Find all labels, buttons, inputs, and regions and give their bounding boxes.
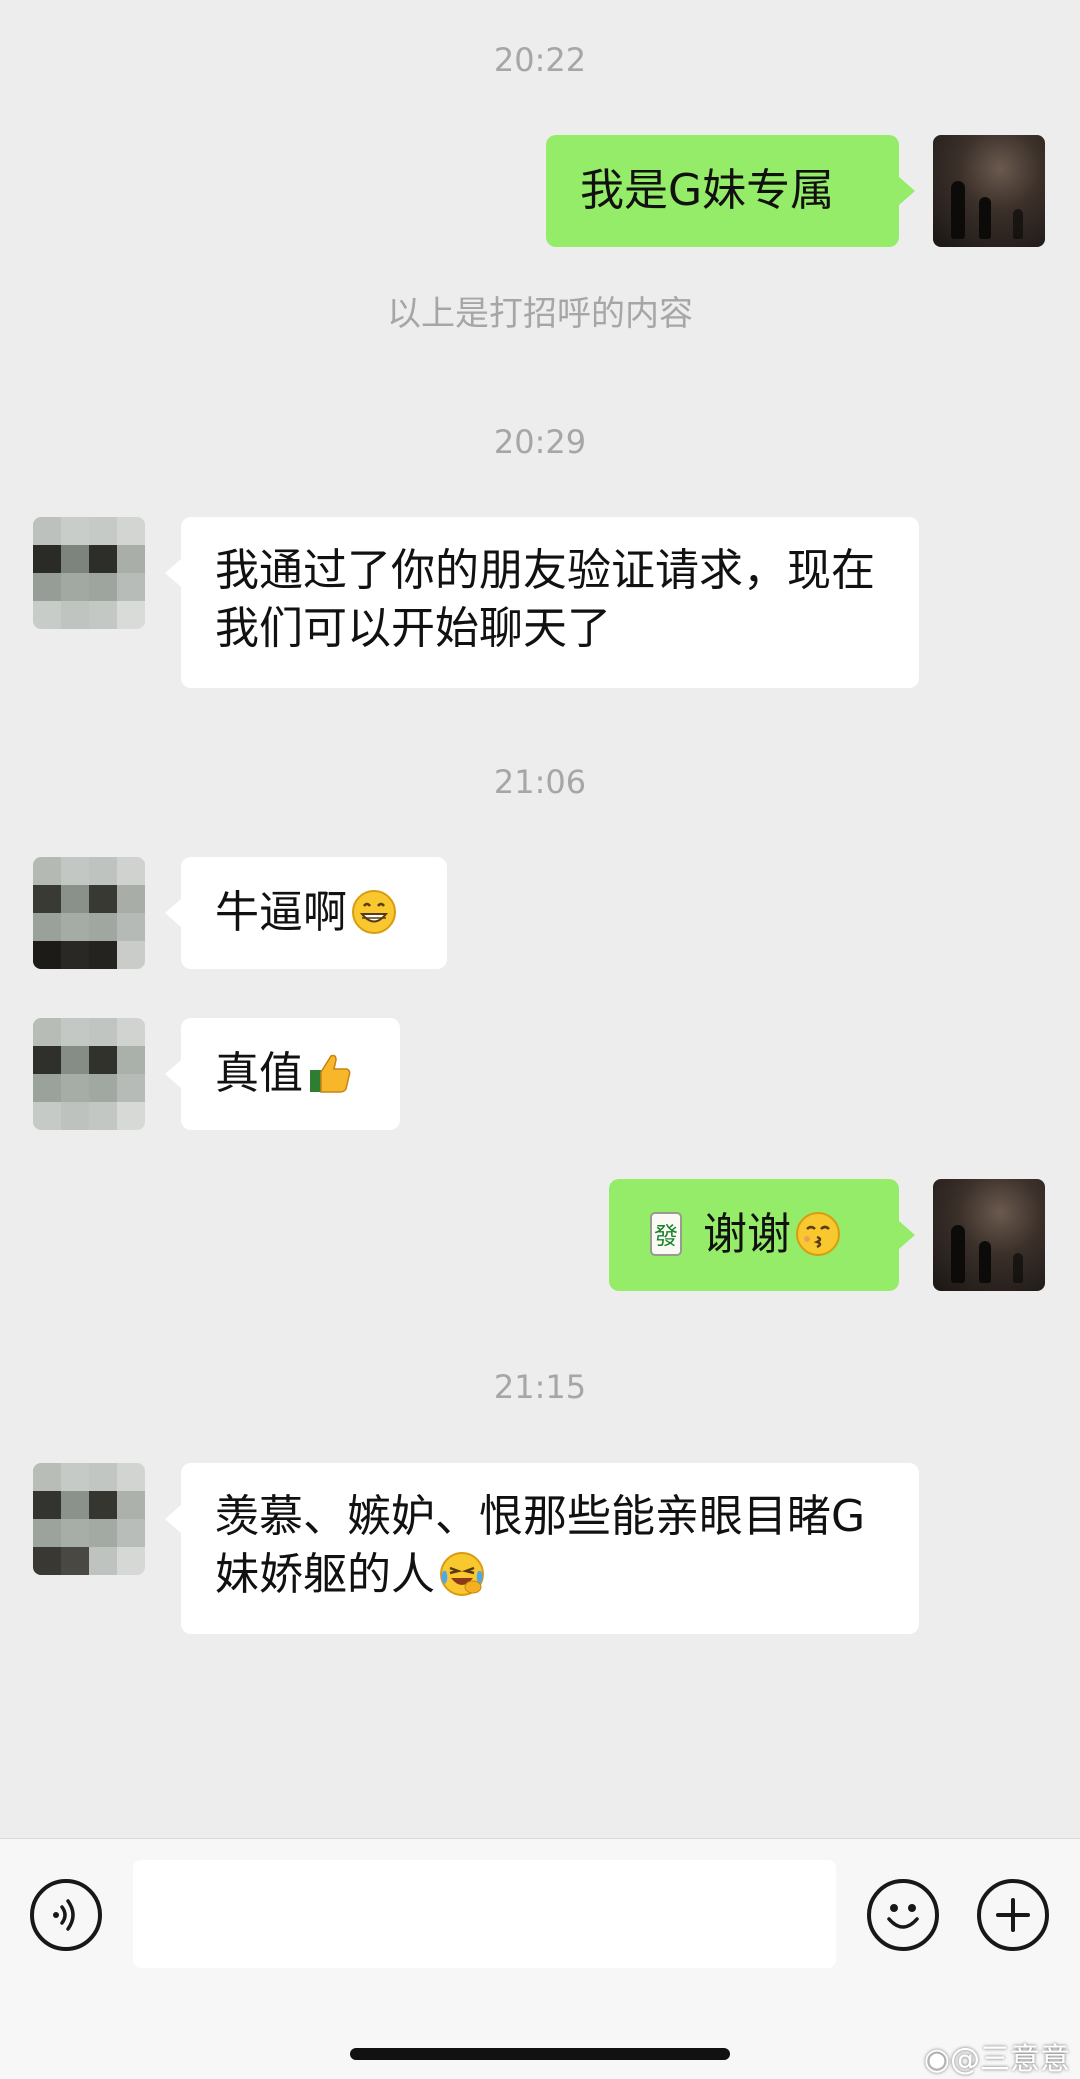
greeting-system-note: 以上是打招呼的内容 xyxy=(387,294,693,334)
chat-input-bar xyxy=(0,1838,1080,2079)
message-bubble-incoming[interactable]: 牛逼啊 xyxy=(165,857,447,969)
timestamp: 21:06 xyxy=(493,763,587,801)
message-bubble-incoming[interactable]: 真值 xyxy=(165,1018,400,1130)
laughing-crying-face-icon xyxy=(440,1552,484,1596)
contact-avatar[interactable] xyxy=(33,1018,145,1130)
grinning-face-icon xyxy=(352,890,396,934)
voice-icon xyxy=(53,1899,75,1931)
message-bubble-incoming[interactable]: 羡慕、嫉妒、恨那些能亲眼目睹G妹娇躯的人 xyxy=(165,1463,919,1634)
message-text: 羡慕、嫉妒、恨那些能亲眼目睹G妹娇躯的人 xyxy=(215,1491,866,1600)
home-indicator[interactable] xyxy=(350,2048,730,2060)
weibo-watermark: ◉@三意意 xyxy=(924,2034,1070,2078)
timestamp: 20:29 xyxy=(493,423,587,461)
voice-button[interactable] xyxy=(30,1879,102,1951)
message-input[interactable] xyxy=(133,1860,836,1968)
message-text: 真值 xyxy=(215,1048,303,1099)
kissing-face-icon xyxy=(796,1212,840,1256)
mahjong-tile-icon: 發 xyxy=(650,1212,682,1256)
message-text: 牛逼啊 xyxy=(215,887,347,938)
my-avatar[interactable] xyxy=(933,1179,1045,1291)
message-text: 谢谢 xyxy=(703,1209,791,1260)
contact-avatar[interactable] xyxy=(33,1463,145,1575)
emoji-button[interactable] xyxy=(867,1879,939,1951)
timestamp: 21:15 xyxy=(493,1368,587,1406)
message-bubble-outgoing[interactable]: 發 谢谢 xyxy=(609,1179,915,1291)
contact-avatar[interactable] xyxy=(33,857,145,969)
message-text: 我是G妹专属 xyxy=(580,165,835,216)
weibo-logo-icon: ◉ xyxy=(923,2042,950,2077)
thumbs-up-icon xyxy=(310,1054,351,1093)
message-bubble-incoming[interactable]: 我通过了你的朋友验证请求，现在我们可以开始聊天了 xyxy=(165,517,919,688)
my-avatar[interactable] xyxy=(933,135,1045,247)
svg-text:發: 發 xyxy=(654,1222,678,1250)
smiley-icon xyxy=(887,1904,919,1929)
timestamp: 20:22 xyxy=(493,41,587,79)
message-text: 我通过了你的朋友验证请求，现在我们可以开始聊天了 xyxy=(215,545,875,654)
plus-icon xyxy=(996,1898,1030,1932)
message-bubble-outgoing[interactable]: 我是G妹专属 xyxy=(546,135,915,247)
watermark-text: @三意意 xyxy=(950,2042,1070,2077)
contact-avatar[interactable] xyxy=(33,517,145,629)
more-button[interactable] xyxy=(977,1879,1049,1951)
